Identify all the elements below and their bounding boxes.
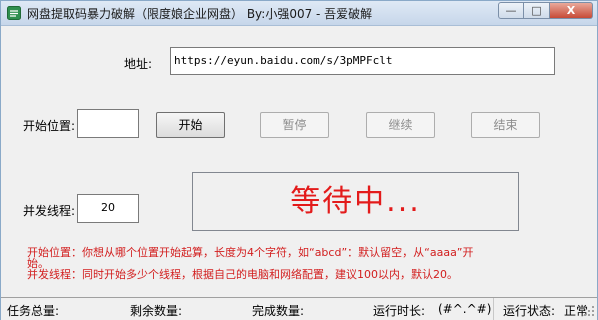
status-separator [493,298,494,320]
completed-label: 完成数量: [252,304,305,318]
close-button[interactable]: X [550,2,593,19]
threads-label: 并发线程: [23,204,76,218]
threads-input[interactable]: 20 [77,194,139,223]
resume-button[interactable]: 继续 [366,112,435,138]
title-bar[interactable]: 网盘提取码暴力破解（限度娘企业网盘） By:小强007 - 吾爱破解 — □ X [1,1,597,26]
status-text: 等待中... [290,184,421,219]
runtime-value: (#^.^#) [438,302,492,316]
start-position-input[interactable] [77,109,139,138]
status-bar: 任务总量: 剩余数量: 完成数量: 运行时长: (#^.^#) 运行状态: 正常 [1,297,597,320]
minimize-button[interactable]: — [498,2,524,19]
remaining-label: 剩余数量: [130,304,183,318]
help-start-position: 开始位置：你想从哪个位置开始起算，长度为4个字符，如“abcd”：默认留空，从“… [27,246,474,259]
task-total-label: 任务总量: [7,304,60,318]
status-display: 等待中... [192,172,519,231]
start-position-label: 开始位置: [23,119,76,133]
runtime-label: 运行时长: [373,304,426,318]
window-controls: — □ X [498,2,593,20]
minimize-icon: — [505,4,517,17]
state-label: 运行状态: [503,304,556,318]
url-label: 地址: [124,57,153,71]
app-window: 网盘提取码暴力破解（限度娘企业网盘） By:小强007 - 吾爱破解 — □ X… [0,0,598,320]
stop-button[interactable]: 结束 [471,112,540,138]
url-input[interactable]: https://eyun.baidu.com/s/3pMPFclt [170,47,555,75]
window-title: 网盘提取码暴力破解（限度娘企业网盘） By:小强007 - 吾爱破解 [27,7,373,21]
app-icon [7,6,21,20]
start-button[interactable]: 开始 [156,112,225,138]
maximize-button[interactable]: □ [524,2,550,19]
close-icon: X [566,4,576,17]
resize-grip-icon[interactable] [583,305,595,317]
maximize-icon: □ [531,4,542,17]
help-threads: 并发线程：同时开始多少个线程，根据自己的电脑和网络配置，建议100以内，默认20… [27,268,458,281]
pause-button[interactable]: 暂停 [260,112,329,138]
